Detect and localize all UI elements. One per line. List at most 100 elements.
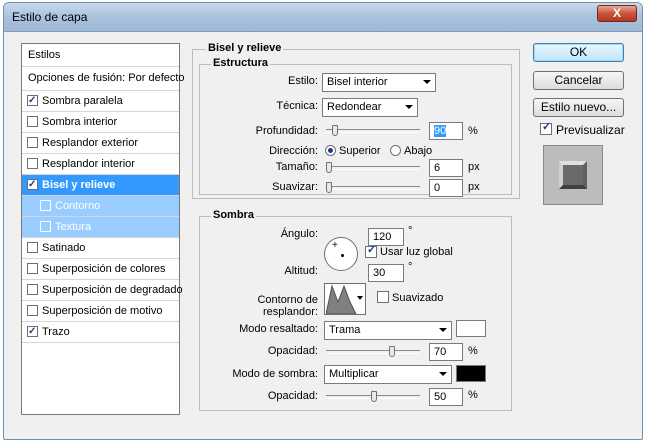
angle-dial-center — [341, 254, 344, 257]
soften-label: Suavizar: — [272, 181, 318, 193]
highlight-opacity-slider[interactable] — [326, 350, 420, 354]
window-title: Estilo de capa — [12, 10, 88, 24]
size-input[interactable]: 6 — [429, 159, 463, 177]
angle-unit: ° — [408, 225, 413, 237]
soften-slider[interactable] — [326, 186, 420, 190]
shadow-color-swatch[interactable] — [456, 365, 486, 382]
style-item-inner-shadow[interactable]: Sombra interior — [22, 112, 179, 133]
structure-title: Estructura — [211, 57, 271, 69]
style-item-pattern-overlay[interactable]: Superposición de motivo — [22, 301, 179, 322]
depth-slider[interactable] — [326, 129, 420, 133]
style-preview-thumbnail — [543, 145, 603, 205]
soften-unit: px — [468, 181, 480, 193]
angle-dial[interactable]: + — [324, 237, 358, 271]
title-bar: Estilo de capa X — [4, 3, 642, 32]
cancel-button[interactable]: Cancelar — [533, 71, 624, 90]
style-label: Estilo: — [288, 75, 318, 87]
antialiased-checkbox[interactable] — [377, 291, 389, 303]
style-item-color-overlay[interactable]: Superposición de colores — [22, 259, 179, 280]
style-dropdown[interactable]: Bisel interior — [322, 73, 436, 92]
style-item-inner-glow[interactable]: Resplandor interior — [22, 154, 179, 175]
direction-up-label: Superior — [339, 145, 381, 157]
shadow-opacity-label: Opacidad: — [267, 390, 318, 402]
size-slider[interactable] — [326, 166, 420, 170]
style-item-gradient-overlay[interactable]: Superposición de degradado — [22, 280, 183, 301]
layer-style-dialog: Estilo de capa X Estilos Opciones de fus… — [3, 2, 643, 440]
styles-list: Estilos Opciones de fusión: Por defecto … — [21, 43, 185, 415]
highlight-opacity-label: Opacidad: — [267, 345, 318, 357]
contour-preview-icon — [326, 284, 357, 314]
angle-label: Ángulo: — [280, 228, 318, 240]
depth-label: Profundidad: — [255, 125, 318, 137]
checkbox[interactable] — [27, 158, 38, 169]
chevron-down-icon — [423, 80, 431, 84]
checkbox[interactable] — [27, 322, 38, 342]
shadow-mode-dropdown[interactable]: Multiplicar — [324, 365, 452, 384]
depth-unit: % — [468, 125, 478, 137]
angle-crosshair-icon: + — [332, 240, 338, 251]
altitude-unit: ° — [408, 261, 413, 273]
chevron-down-icon — [439, 372, 447, 376]
checkbox[interactable] — [27, 284, 38, 295]
global-light-label: Usar luz global — [380, 246, 453, 258]
soften-input[interactable]: 0 — [429, 179, 463, 197]
highlight-color-swatch[interactable] — [456, 320, 486, 337]
direction-label: Dirección: — [269, 145, 318, 157]
style-item-outer-glow[interactable]: Resplandor exterior — [22, 133, 179, 154]
checkbox[interactable] — [27, 137, 38, 148]
ok-button[interactable]: OK — [533, 43, 624, 62]
size-label: Tamaño: — [275, 161, 318, 173]
style-item-stroke[interactable]: Trazo — [22, 322, 179, 343]
checkbox[interactable] — [40, 200, 51, 211]
checkbox[interactable] — [27, 116, 38, 127]
size-slider-thumb[interactable] — [326, 162, 332, 173]
shadow-opacity-input[interactable]: 50 — [429, 388, 463, 406]
preview-square — [559, 161, 587, 189]
highlight-mode-dropdown[interactable]: Trama — [324, 321, 452, 340]
highlight-opacity-unit: % — [468, 345, 478, 357]
checkbox[interactable] — [27, 91, 38, 111]
blending-options-item[interactable]: Opciones de fusión: Por defecto — [22, 67, 185, 91]
style-item-drop-shadow[interactable]: Sombra paralela — [22, 91, 179, 112]
direction-down-label: Abajo — [404, 145, 433, 157]
styles-header[interactable]: Estilos — [22, 44, 179, 67]
style-item-contour[interactable]: Contorno — [22, 196, 179, 217]
bevel-emboss-title: Bisel y relieve — [206, 42, 284, 54]
direction-up-radio[interactable] — [325, 145, 336, 156]
altitude-label: Altitud: — [284, 265, 318, 277]
checkbox[interactable] — [27, 305, 38, 316]
preview-checkbox[interactable] — [540, 120, 552, 135]
highlight-opacity-thumb[interactable] — [389, 346, 395, 357]
shading-title: Sombra — [211, 209, 256, 221]
checkbox[interactable] — [27, 175, 38, 195]
preview-label: Previsualizar — [556, 123, 625, 137]
gloss-contour-label: Contorno de resplandor: — [257, 294, 318, 318]
checkbox[interactable] — [40, 221, 51, 232]
depth-input[interactable]: 90 — [429, 122, 463, 140]
chevron-down-icon — [357, 296, 363, 300]
depth-slider-thumb[interactable] — [332, 125, 338, 136]
highlight-mode-label: Modo resaltado: — [239, 323, 318, 335]
technique-dropdown[interactable]: Redondear — [322, 98, 418, 117]
antialiased-label: Suavizado — [392, 292, 444, 304]
technique-label: Técnica: — [276, 100, 318, 112]
global-light-checkbox[interactable] — [365, 243, 377, 258]
chevron-down-icon — [405, 105, 413, 109]
close-button[interactable]: X — [597, 5, 637, 22]
altitude-input[interactable]: 30 — [368, 264, 404, 282]
style-item-texture[interactable]: Textura — [22, 217, 179, 238]
shadow-opacity-unit: % — [468, 389, 478, 401]
soften-slider-thumb[interactable] — [326, 182, 332, 193]
style-item-satin[interactable]: Satinado — [22, 238, 179, 259]
new-style-button[interactable]: Estilo nuevo... — [533, 98, 624, 117]
shadow-opacity-thumb[interactable] — [371, 391, 377, 402]
checkbox[interactable] — [27, 263, 38, 274]
chevron-down-icon — [439, 328, 447, 332]
direction-down-radio[interactable] — [390, 145, 401, 156]
gloss-contour-picker[interactable] — [324, 283, 366, 315]
highlight-opacity-input[interactable]: 70 — [429, 343, 463, 361]
size-unit: px — [468, 161, 480, 173]
checkbox[interactable] — [27, 242, 38, 253]
style-item-bevel-emboss[interactable]: Bisel y relieve — [22, 175, 179, 196]
shadow-mode-label: Modo de sombra: — [232, 368, 318, 380]
